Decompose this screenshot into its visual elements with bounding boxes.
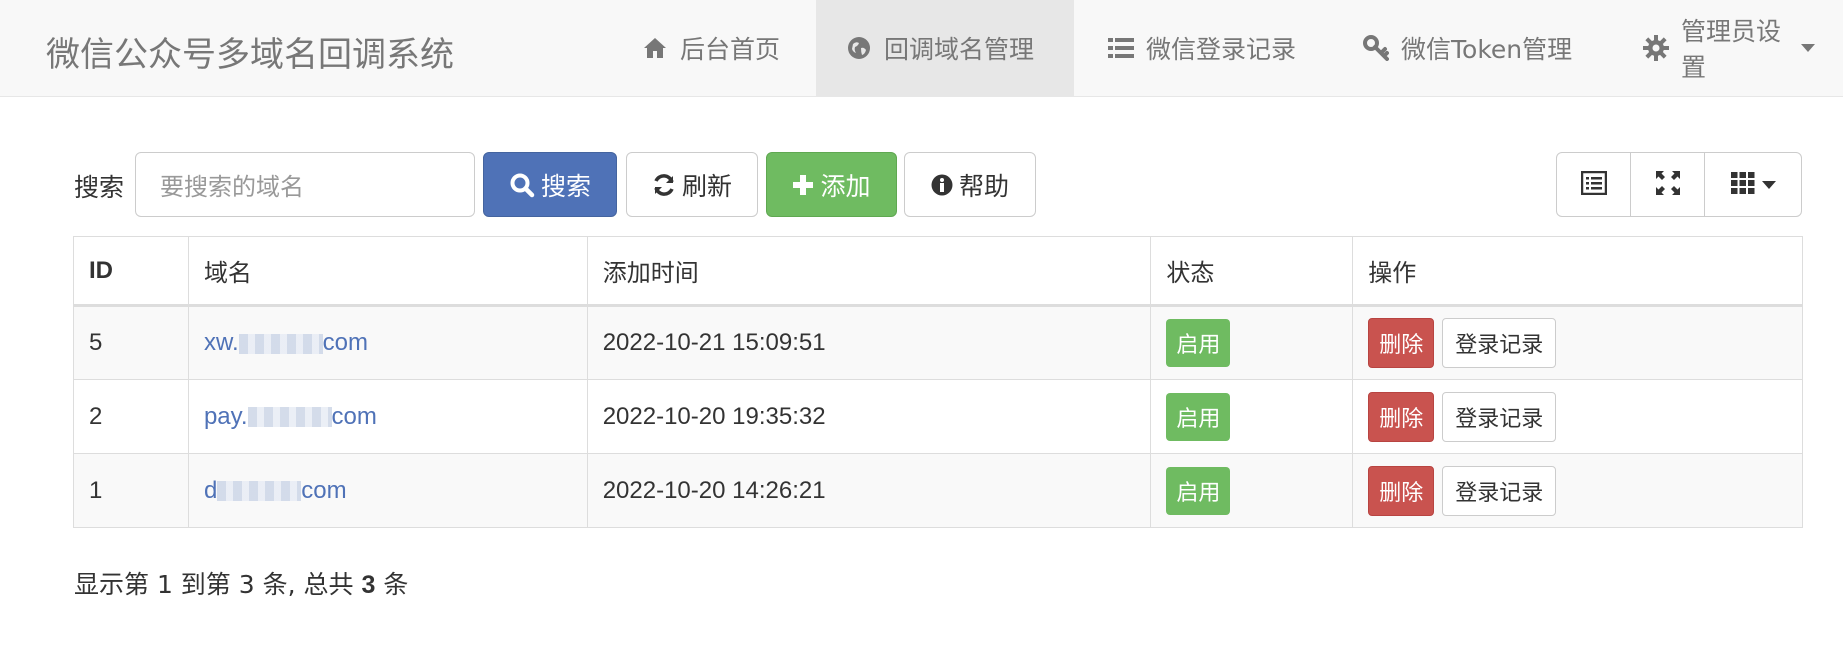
key-icon [1363,35,1389,61]
list-icon [1108,35,1134,61]
refresh-icon [652,173,676,197]
nav-item-label: 后台首页 [680,35,781,64]
help-button[interactable]: 帮助 [904,152,1036,217]
column-header-actions: 操作 [1352,236,1803,307]
chevron-down-icon [1762,180,1776,189]
pagination-text: 显示第 [74,570,157,599]
cell-time: 2022-10-20 14:26:21 [586,453,1152,528]
search-icon [509,172,535,198]
domain-prefix: d [203,476,218,504]
cell-domain: d com [187,453,588,528]
pagination-total: 3 [361,571,376,599]
cell-time: 2022-10-20 19:35:32 [586,379,1152,454]
domain-suffix: com [331,402,377,430]
domain-link[interactable]: xw. com [204,329,368,356]
nav-item-home[interactable]: 后台首页 [612,0,808,96]
nav-item-label: 微信Token管理 [1401,35,1573,64]
add-button-label: 添加 [820,171,871,201]
globe-icon [846,35,872,61]
pagination-to: 3 [238,570,255,599]
home-icon [642,35,668,61]
cell-actions: 删除 登录记录 [1352,305,1803,380]
redacted-mask [247,407,332,428]
view-tools-group [1556,152,1802,217]
table-row: 2 pay. com 2022-10-20 19:35:32 启用 删除 登录记录 [73,379,1803,454]
table-header-row: ID 域名 添加时间 状态 操作 [73,236,1803,307]
column-header-id[interactable]: ID [73,236,189,307]
gear-icon [1643,35,1669,61]
domain-table: ID 域名 添加时间 状态 操作 5 xw. com 2022-10-21 15:… [73,236,1803,528]
pagination-from: 1 [156,570,173,599]
chevron-down-icon [1801,44,1815,52]
cell-actions: 删除 登录记录 [1352,379,1803,454]
cell-domain: pay. com [187,379,588,454]
domain-prefix: pay. [203,402,248,430]
status-badge[interactable]: 启用 [1166,319,1231,367]
redacted-mask [238,333,323,354]
columns-dropdown-button[interactable] [1705,153,1801,216]
pagination-text: 条, 总共 [254,570,362,599]
search-input[interactable]: 要搜索的域名 [135,152,475,217]
refresh-button-label: 刷新 [681,171,732,201]
pagination-info: 显示第 1 到第 3 条, 总共 3 条 [74,565,408,601]
domain-prefix: xw. [203,329,239,356]
column-header-time[interactable]: 添加时间 [586,236,1152,307]
pagination-text: 到第 [172,570,239,599]
delete-button[interactable]: 删除 [1368,465,1435,516]
cell-actions: 删除 登录记录 [1352,453,1803,528]
list-view-icon [1580,170,1607,199]
domain-suffix: com [322,329,368,356]
help-button-label: 帮助 [958,171,1009,201]
login-records-button[interactable]: 登录记录 [1442,465,1557,516]
cell-id: 2 [73,379,189,454]
search-label: 搜索 [74,173,125,202]
cell-id: 1 [73,453,189,528]
domain-suffix: com [301,476,347,504]
add-button[interactable]: 添加 [766,152,897,217]
cell-status: 启用 [1150,453,1354,528]
status-badge[interactable]: 启用 [1166,392,1231,441]
brand-title[interactable]: 微信公众号多域名回调系统 [46,27,454,76]
cell-id: 5 [73,305,189,380]
cell-status: 启用 [1150,305,1354,380]
table-row: 5 xw. com 2022-10-21 15:09:51 启用 删除 登录记录 [73,305,1803,380]
login-records-button[interactable]: 登录记录 [1442,391,1557,442]
table-row: 1 d com 2022-10-20 14:26:21 启用 删除 登录记录 [73,453,1803,528]
delete-button[interactable]: 删除 [1368,318,1435,368]
search-button[interactable]: 搜索 [483,152,617,217]
nav-item-admin-settings[interactable]: 管理员设置 [1613,0,1843,96]
column-header-domain[interactable]: 域名 [187,236,588,307]
login-records-button[interactable]: 登录记录 [1442,318,1557,368]
nav-item-login-records[interactable]: 微信登录记录 [1078,0,1324,96]
delete-button[interactable]: 删除 [1368,391,1435,442]
refresh-button[interactable]: 刷新 [626,152,758,217]
cell-time: 2022-10-21 15:09:51 [586,305,1152,380]
redacted-mask [217,481,302,502]
columns-icon [1730,171,1756,199]
toggle-view-button[interactable] [1557,153,1631,216]
cell-domain: xw. com [187,305,588,380]
status-badge[interactable]: 启用 [1166,466,1231,515]
plus-icon [792,174,814,196]
search-button-label: 搜索 [540,171,591,201]
pagination-text: 条 [375,570,409,599]
nav-item-domain-management[interactable]: 回调域名管理 [816,0,1074,96]
nav-item-token-management[interactable]: 微信Token管理 [1333,0,1600,96]
fullscreen-icon [1655,170,1681,200]
nav-item-label: 管理员设置 [1681,17,1782,82]
fullscreen-button[interactable] [1631,153,1705,216]
info-icon [931,174,953,196]
search-placeholder: 要搜索的域名 [160,173,304,201]
nav-item-label: 微信登录记录 [1146,35,1297,64]
cell-status: 启用 [1150,379,1354,454]
column-header-status[interactable]: 状态 [1150,236,1354,307]
domain-link[interactable]: d com [204,477,347,504]
nav-item-label: 回调域名管理 [884,35,1035,64]
domain-link[interactable]: pay. com [204,403,377,430]
top-navbar: 微信公众号多域名回调系统 后台首页 回调域名管理 微信登录记录 微信Token管… [0,0,1843,97]
